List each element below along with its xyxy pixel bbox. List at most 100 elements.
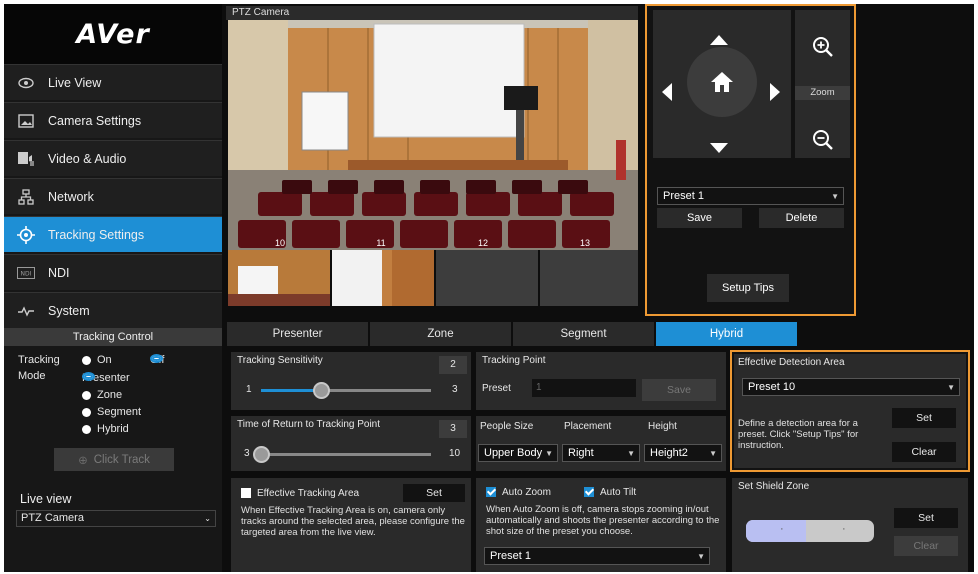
shield-zone-marker: · [780,523,784,535]
detection-area-clear-button[interactable]: Clear [892,442,956,462]
thumbnail-image [228,250,330,306]
chevron-down-icon: ▼ [947,382,955,392]
auto-zoom-preset-select[interactable]: Preset 1 ▼ [484,547,710,565]
sidebar-item-label: NDI [48,265,70,280]
tracking-on-radio[interactable]: On [82,354,112,366]
arrow-right-icon [770,83,780,101]
setup-tips-button[interactable]: Setup Tips [707,274,789,302]
tracking-point-preset-input[interactable]: 1 [532,379,636,397]
return-time-slider-handle[interactable] [253,446,270,463]
segment-thumbnail[interactable] [332,250,434,306]
sidebar-item-network[interactable]: Network [4,178,222,214]
pan-right-button[interactable] [769,82,781,105]
slider-max-label: 10 [449,448,461,459]
zoom-in-button[interactable] [812,36,834,61]
sidebar-item-tracking-settings[interactable]: Tracking Settings [4,216,222,252]
sidebar-item-label: Live View [48,75,102,90]
zoom-label: Zoom [795,86,850,100]
thumbnail-image [332,250,434,306]
zoom-in-icon [813,37,833,57]
segment-thumbnail[interactable] [228,250,330,306]
sidebar-item-label: Camera Settings [48,113,142,128]
ptz-preset-select[interactable]: Preset 1 ▼ [657,187,844,205]
arrow-up-icon [710,35,728,45]
pan-down-button[interactable] [709,142,729,157]
ndi-icon: NDI [4,266,48,279]
auto-zoom-description: When Auto Zoom is off, camera stops zoom… [486,504,720,537]
sidebar-item-system[interactable]: System [4,292,222,328]
film-audio-icon [4,151,48,167]
home-button[interactable] [687,47,757,117]
classroom-scene: 10 11 12 13 [228,20,638,250]
people-size-select[interactable]: Upper Body ▼ [478,444,558,462]
tracking-sensitivity-panel: Tracking Sensitivity 2 1 3 [231,352,471,410]
select-value: Right [568,447,594,459]
segment-number: 11 [376,238,385,248]
tracking-off-radio[interactable]: Off [150,354,164,366]
checkbox-label: Effective Tracking Area [257,488,360,499]
auto-tilt-checkbox[interactable]: Auto Tilt [584,487,636,498]
ptz-save-button[interactable]: Save [657,208,742,228]
sidebar-item-ndi[interactable]: NDI NDI [4,254,222,290]
detection-area-set-button[interactable]: Set [892,408,956,428]
return-time-slider-track[interactable] [261,453,431,456]
sidebar: AVer Live View Camera Settings Video & A… [4,4,222,572]
live-video[interactable]: 10 11 12 13 [228,20,638,250]
tracking-label: Tracking [18,354,60,366]
chevron-down-icon: ⌄ [204,514,211,523]
logo: AVer [4,4,222,64]
arrow-down-icon [710,143,728,153]
effective-tracking-area-checkbox[interactable]: Effective Tracking Area [241,488,359,499]
tab-segment[interactable]: Segment [513,322,654,346]
pan-left-button[interactable] [661,82,673,105]
height-select[interactable]: Height2 ▼ [644,444,722,462]
mode-hybrid-radio[interactable]: Hybrid [82,423,129,435]
target-icon [4,225,48,244]
chevron-down-icon: ▼ [545,448,553,458]
pan-up-button[interactable] [709,34,729,49]
tab-zone[interactable]: Zone [370,322,511,346]
sensitivity-slider-handle[interactable] [312,382,330,399]
shield-zone-clear-button[interactable]: Clear [894,536,958,556]
shield-zone-title: Set Shield Zone [738,481,810,492]
sidebar-item-video-audio[interactable]: Video & Audio [4,140,222,176]
sensitivity-value: 2 [439,356,467,374]
sensitivity-slider-fill [261,389,321,392]
detection-area-title: Effective Detection Area [734,354,966,372]
tracking-area-set-button[interactable]: Set [403,484,465,502]
slider-min-label: 3 [244,448,250,459]
tab-presenter[interactable]: Presenter [227,322,368,346]
ptz-delete-button[interactable]: Delete [759,208,844,228]
zoom-out-button[interactable] [812,129,834,154]
segment-number: 13 [580,238,590,248]
sidebar-item-camera-settings[interactable]: Camera Settings [4,102,222,138]
sidebar-item-live-view[interactable]: Live View [4,64,222,100]
tracking-point-save-button[interactable]: Save [642,379,716,401]
detection-area-preset-select[interactable]: Preset 10 ▼ [742,378,960,396]
shield-zone-bar[interactable]: · · [746,520,874,542]
segment-thumbnail[interactable] [436,250,538,306]
shield-zone-marker: · [842,523,846,535]
mode-presenter-radio[interactable]: Presenter [82,372,130,384]
sidebar-item-label: Video & Audio [48,151,127,166]
slider-max-label: 3 [452,384,458,395]
mode-segment-radio[interactable]: Segment [82,406,141,418]
slider-min-label: 1 [246,384,252,395]
tracking-control-header: Tracking Control [4,328,222,346]
radio-label: Hybrid [97,423,129,435]
time-of-return-title: Time of Return to Tracking Point [237,419,381,430]
placement-select[interactable]: Right ▼ [562,444,640,462]
shield-zone-panel: Set Shield Zone · · Set Clear [732,478,968,572]
shield-zone-set-button[interactable]: Set [894,508,958,528]
select-value: Preset 1 [490,550,531,562]
live-view-select[interactable]: PTZ Camera ⌄ [16,510,216,527]
segment-number: 12 [478,238,488,248]
auto-zoom-checkbox[interactable]: Auto Zoom [486,487,551,498]
mode-zone-radio[interactable]: Zone [82,389,122,401]
return-time-value: 3 [439,420,467,438]
tab-hybrid[interactable]: Hybrid [656,322,797,346]
segment-thumbnail[interactable] [540,250,638,306]
effective-tracking-area-panel: Effective Tracking Area Set When Effecti… [231,478,471,572]
select-value: Preset 1 [663,190,704,202]
click-track-button[interactable]: ⊕ Click Track [54,448,174,471]
